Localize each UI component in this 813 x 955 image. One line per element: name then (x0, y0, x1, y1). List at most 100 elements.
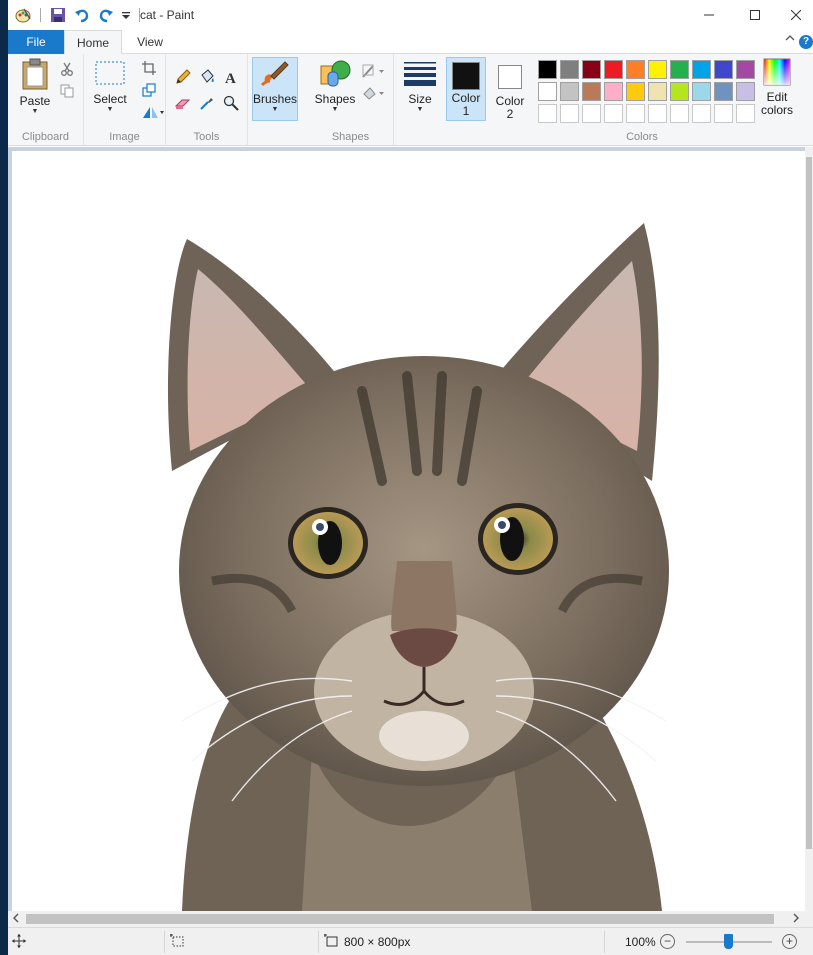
custom-color-slot[interactable] (582, 104, 601, 123)
image-size-icon (324, 934, 338, 951)
customize-qat-icon[interactable] (121, 6, 131, 24)
shapes-button[interactable]: Shapes ▼ (312, 58, 358, 114)
clipboard-group: Paste ▼ Clipboard (8, 54, 84, 146)
fill-icon[interactable] (360, 84, 386, 102)
palette-swatch[interactable] (604, 60, 623, 79)
custom-color-slot[interactable] (604, 104, 623, 123)
palette-swatch[interactable] (648, 82, 667, 101)
resize-icon[interactable] (140, 81, 158, 99)
chevron-down-icon: ▼ (416, 106, 424, 113)
custom-color-slot[interactable] (736, 104, 755, 123)
zoom-in-button[interactable]: + (782, 934, 797, 949)
zoom-out-button[interactable]: − (660, 934, 675, 949)
status-separator (604, 931, 605, 953)
colors-group: Color 1 Color 2 Edit colors Colors (446, 54, 798, 146)
palette-swatch[interactable] (604, 82, 623, 101)
palette-swatch[interactable] (714, 82, 733, 101)
select-button[interactable]: Select ▼ (90, 58, 130, 114)
select-label: Select (93, 92, 127, 106)
scroll-corner (805, 911, 813, 927)
zoom-level: 100% (625, 935, 656, 949)
palette-swatch[interactable] (714, 60, 733, 79)
cut-icon[interactable] (58, 60, 76, 78)
chevron-down-icon: ▼ (271, 106, 279, 113)
color-picker-icon[interactable] (198, 94, 216, 112)
palette-swatch[interactable] (538, 60, 557, 79)
shapes-label: Shapes (314, 92, 356, 106)
size-button[interactable]: Size ▼ (400, 58, 440, 114)
color1-button[interactable]: Color 1 (446, 57, 486, 121)
paint-app-icon[interactable] (14, 6, 32, 24)
horizontal-scroll-thumb[interactable] (26, 914, 774, 924)
minimize-button[interactable] (686, 0, 732, 30)
color2-button[interactable]: Color 2 (490, 58, 530, 121)
text-icon[interactable]: A (222, 68, 240, 86)
color1-swatch (452, 62, 480, 90)
close-button[interactable] (778, 0, 813, 30)
cursor-position-icon (12, 934, 26, 951)
window-title: cat - Paint (140, 8, 195, 22)
edit-colors-label-2: colors (760, 103, 793, 117)
vertical-scrollbar[interactable] (805, 147, 813, 911)
cat-image (167, 223, 669, 911)
zoom-slider-thumb[interactable] (724, 934, 733, 949)
crop-icon[interactable] (140, 59, 158, 77)
custom-color-slot[interactable] (692, 104, 711, 123)
line-width-icon (404, 62, 436, 86)
custom-color-slot[interactable] (714, 104, 733, 123)
palette-swatch[interactable] (626, 60, 645, 79)
edit-colors-button[interactable]: Edit colors (756, 58, 798, 117)
maximize-button[interactable] (732, 0, 778, 30)
palette-swatch[interactable] (560, 82, 579, 101)
palette-swatch[interactable] (538, 82, 557, 101)
rotate-icon[interactable] (140, 103, 166, 121)
help-icon[interactable]: ? (799, 35, 813, 49)
palette-swatch[interactable] (582, 82, 601, 101)
image-size-readout: 800 × 800px (344, 935, 411, 949)
tools-group-label: Tools (193, 131, 220, 143)
palette-swatch[interactable] (736, 82, 755, 101)
palette-swatch[interactable] (582, 60, 601, 79)
palette-swatch[interactable] (692, 82, 711, 101)
brushes-button[interactable]: Brushes ▼ (252, 57, 298, 121)
palette-swatch[interactable] (670, 82, 689, 101)
palette-swatch[interactable] (736, 60, 755, 79)
outline-icon[interactable] (360, 62, 386, 80)
color2-swatch (498, 65, 522, 89)
quick-access-toolbar (14, 6, 142, 24)
paste-label: Paste (19, 94, 51, 108)
copy-icon[interactable] (58, 82, 76, 100)
palette-swatch[interactable] (648, 60, 667, 79)
size-label: Size (408, 92, 432, 106)
save-icon[interactable] (49, 6, 67, 24)
status-separator (164, 931, 165, 953)
vertical-scroll-thumb[interactable] (806, 157, 812, 849)
ribbon-tabs: File Home View ? (8, 30, 813, 55)
paste-button[interactable]: Paste ▼ (16, 58, 54, 116)
palette-swatch[interactable] (670, 60, 689, 79)
palette-swatch[interactable] (692, 60, 711, 79)
custom-color-slot[interactable] (648, 104, 667, 123)
tab-home[interactable]: Home (64, 30, 122, 55)
tab-view[interactable]: View (124, 30, 176, 54)
custom-color-slot[interactable] (560, 104, 579, 123)
custom-color-slot[interactable] (538, 104, 557, 123)
horizontal-scrollbar[interactable] (8, 911, 805, 927)
redo-icon[interactable] (97, 6, 115, 24)
custom-color-slot[interactable] (626, 104, 645, 123)
pencil-icon[interactable] (174, 68, 192, 86)
magnifier-icon[interactable] (222, 94, 240, 112)
scroll-right-icon[interactable] (792, 912, 800, 927)
undo-icon[interactable] (73, 6, 91, 24)
palette-swatch[interactable] (626, 82, 645, 101)
tab-file[interactable]: File (8, 30, 64, 54)
custom-color-slot[interactable] (670, 104, 689, 123)
collapse-ribbon-icon[interactable] (785, 34, 795, 45)
status-bar: 800 × 800px 100% − + (8, 927, 813, 955)
fill-bucket-icon[interactable] (198, 68, 216, 86)
image-group-label: Image (109, 131, 140, 143)
scroll-left-icon[interactable] (12, 912, 20, 927)
eraser-icon[interactable] (174, 94, 192, 112)
palette-swatch[interactable] (560, 60, 579, 79)
drawing-canvas[interactable] (12, 151, 805, 911)
